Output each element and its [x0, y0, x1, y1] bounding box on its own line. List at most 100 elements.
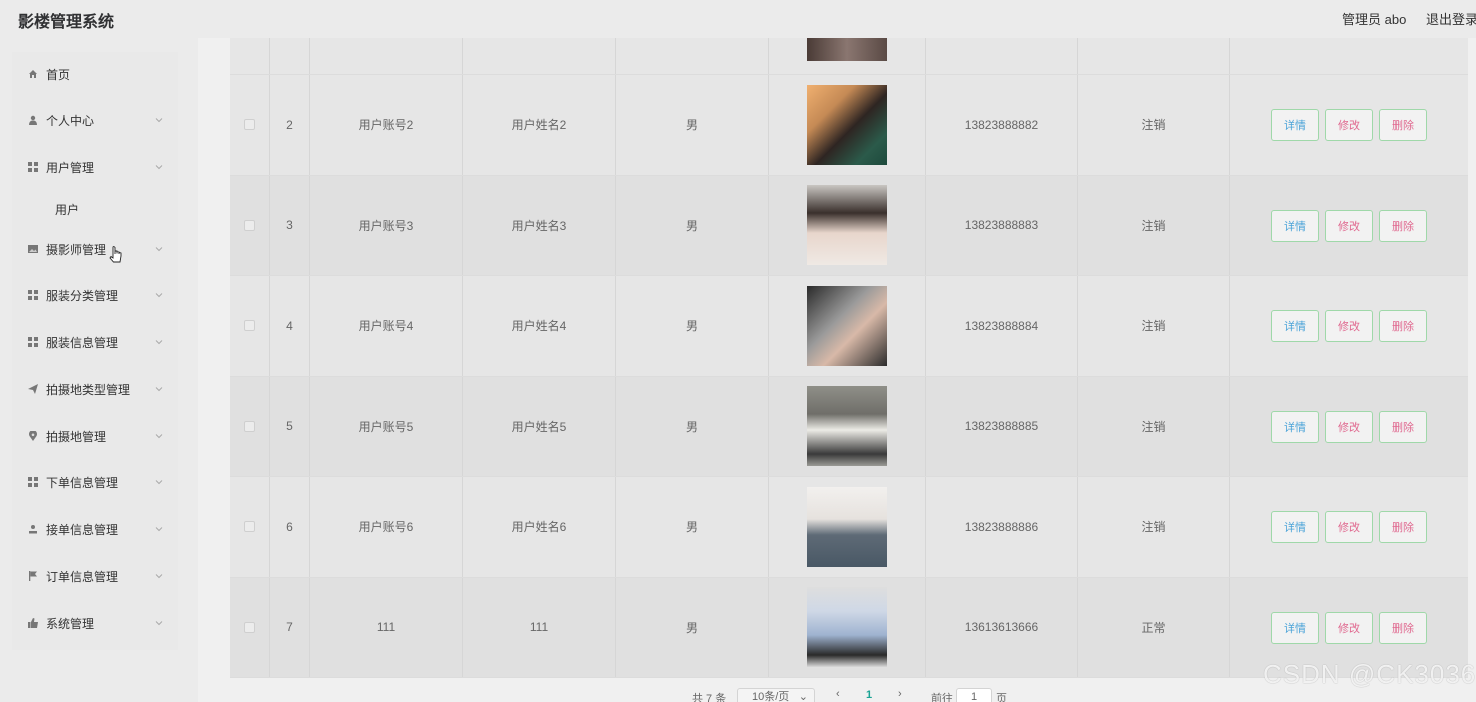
user-phone: 13823888882	[926, 75, 1078, 175]
row-checkbox[interactable]	[244, 420, 255, 432]
detail-button[interactable]: 详情	[1271, 410, 1319, 443]
goto-page-input[interactable]: 1	[956, 688, 992, 702]
user-status: 正常	[1078, 577, 1230, 677]
row-checkbox[interactable]	[244, 219, 255, 231]
user-phone: 13823888885	[926, 376, 1078, 476]
delete-button[interactable]: 删除	[1379, 611, 1427, 644]
row-checkbox[interactable]	[244, 521, 255, 533]
mouse-pointer-icon	[109, 246, 122, 263]
sidebar-subitem-users[interactable]: 用户	[12, 195, 178, 221]
user-photo	[807, 285, 887, 366]
photo-cell	[769, 75, 926, 175]
photo-cell	[769, 376, 926, 476]
edit-button[interactable]: 修改	[1325, 511, 1373, 544]
delete-button[interactable]: 删除	[1379, 410, 1427, 443]
sidebar-item-label: 首页	[46, 67, 71, 82]
edit-button[interactable]: 修改	[1325, 410, 1373, 443]
row-checkbox[interactable]	[244, 621, 255, 633]
pagination: 共 7 条 10条/页 ⌄ ‹ 1 › 前往 1 页	[0, 688, 1476, 702]
sidebar-item-personal-center[interactable]: 个人中心	[12, 105, 178, 135]
sidebar-item-label: 个人中心	[46, 113, 95, 128]
table-row: 3 用户账号3 用户姓名3 男 13823888883 注销 详情 修改 删除	[230, 175, 1468, 276]
checkbox-cell	[230, 376, 270, 476]
edit-button[interactable]: 修改	[1325, 109, 1373, 142]
user-status: 注销	[1078, 276, 1230, 376]
image-icon	[28, 244, 38, 254]
sidebar-item-user-management[interactable]: 用户管理	[12, 152, 178, 182]
sidebar-item-label: 订单信息管理	[46, 569, 119, 584]
checkbox-cell	[230, 75, 270, 175]
detail-button[interactable]: 详情	[1271, 611, 1319, 644]
delete-button[interactable]: 删除	[1379, 109, 1427, 142]
user-phone: 13823888883	[926, 175, 1078, 275]
sidebar-item-home[interactable]: 首页	[12, 59, 178, 89]
user-name: 用户姓名2	[463, 75, 616, 175]
goto-label: 前往	[931, 693, 953, 702]
sidebar-item-label: 用户	[55, 203, 80, 217]
sidebar-item-costume-info[interactable]: 服装信息管理	[12, 327, 178, 357]
row-index: 6	[270, 477, 310, 577]
user-gender: 男	[616, 175, 769, 275]
detail-button[interactable]: 详情	[1271, 511, 1319, 544]
user-photo	[807, 386, 887, 467]
sidebar-item-label: 服装分类管理	[46, 288, 119, 303]
user-account: 用户账号4	[310, 276, 463, 376]
row-checkbox[interactable]	[244, 119, 255, 131]
sidebar-item-order-placement[interactable]: 下单信息管理	[12, 467, 178, 497]
row-index: 7	[270, 577, 310, 677]
user-phone: 13823888886	[926, 477, 1078, 577]
user-gender: 男	[616, 276, 769, 376]
page-number-current[interactable]: 1	[866, 689, 872, 701]
thumb-icon	[28, 618, 38, 628]
photo-cell	[769, 175, 926, 275]
actions-cell: 详情 修改 删除	[1230, 276, 1468, 376]
edit-button[interactable]: 修改	[1325, 611, 1373, 644]
row-checkbox[interactable]	[244, 320, 255, 332]
detail-button[interactable]: 详情	[1271, 109, 1319, 142]
delete-button[interactable]: 删除	[1379, 310, 1427, 343]
table-row: 5 用户账号5 用户姓名5 男 13823888885 注销 详情 修改 删除	[230, 376, 1468, 477]
user-photo	[769, 38, 926, 74]
sidebar-item-order-info[interactable]: 订单信息管理	[12, 561, 178, 591]
grid-icon	[28, 290, 38, 300]
user-photo	[807, 185, 887, 266]
send-icon	[28, 384, 38, 394]
grid-icon	[28, 477, 38, 487]
chevron-down-icon	[155, 247, 163, 252]
delete-button[interactable]: 删除	[1379, 511, 1427, 544]
row-index: 3	[270, 175, 310, 275]
detail-button[interactable]: 详情	[1271, 209, 1319, 242]
user-name: 用户姓名6	[463, 477, 616, 577]
user-photo	[807, 486, 887, 567]
chevron-down-icon	[155, 434, 163, 439]
detail-button[interactable]: 详情	[1271, 310, 1319, 343]
sidebar-item-costume-category[interactable]: 服装分类管理	[12, 280, 178, 310]
delete-button[interactable]: 删除	[1379, 209, 1427, 242]
user-name: 用户姓名5	[463, 376, 616, 476]
prev-page-button[interactable]: ‹	[836, 688, 840, 700]
sidebar-item-location[interactable]: 拍摄地管理	[12, 421, 178, 451]
photo-cell	[769, 577, 926, 677]
chevron-down-icon	[155, 574, 163, 579]
flag-icon	[28, 571, 38, 581]
total-count: 共 7 条	[692, 693, 727, 702]
table-row: 6 用户账号6 用户姓名6 男 13823888886 注销 详情 修改 删除	[230, 477, 1468, 578]
user-status: 注销	[1078, 75, 1230, 175]
sidebar-item-location-type[interactable]: 拍摄地类型管理	[12, 374, 178, 404]
sidebar-item-system-management[interactable]: 系统管理	[12, 608, 178, 638]
sidebar-item-photographer-management[interactable]: 摄影师管理	[12, 234, 178, 264]
user-status: 注销	[1078, 477, 1230, 577]
page-size-select[interactable]: 10条/页 ⌄	[737, 688, 815, 702]
table-row-partial	[230, 38, 1468, 75]
page-unit-label: 页	[996, 693, 1007, 702]
edit-button[interactable]: 修改	[1325, 209, 1373, 242]
watermark: CSDN @CK3036	[1263, 659, 1476, 689]
next-page-button[interactable]: ›	[898, 688, 902, 700]
current-user-label: 管理员 abo	[1342, 12, 1407, 27]
table-row: 2 用户账号2 用户姓名2 男 13823888882 注销 详情 修改 删除	[230, 75, 1468, 176]
edit-button[interactable]: 修改	[1325, 310, 1373, 343]
logout-link[interactable]: 退出登录	[1426, 9, 1476, 28]
sidebar-item-order-acceptance[interactable]: 接单信息管理	[12, 514, 178, 544]
chevron-down-icon	[155, 527, 163, 532]
user-account: 用户账号6	[310, 477, 463, 577]
